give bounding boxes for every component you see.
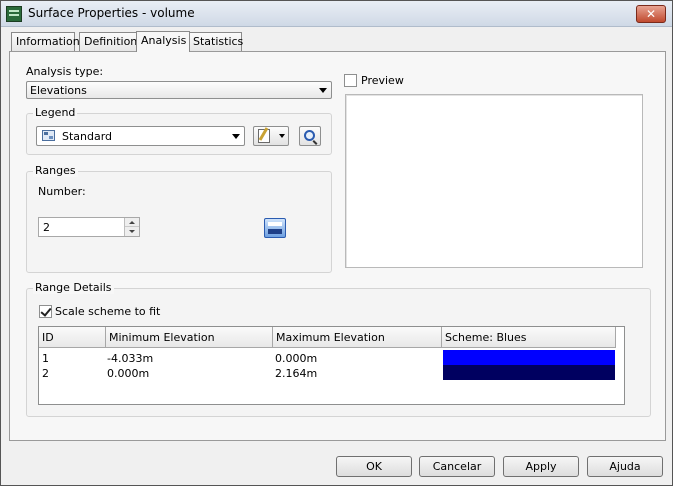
analysis-type-dropdown[interactable]: Elevations [26, 81, 332, 99]
chevron-down-icon [232, 134, 240, 139]
cancel-button[interactable]: Cancelar [419, 456, 495, 477]
legend-preview-button[interactable] [299, 126, 321, 146]
analysis-tab-panel: Analysis type: Elevations Legend Standar… [9, 51, 666, 441]
help-button[interactable]: Ajuda [587, 456, 663, 477]
preview-label: Preview [361, 74, 404, 87]
row-max-elevation: 0.000m [275, 352, 318, 365]
stepper-buttons [124, 218, 139, 236]
legend-dropdown[interactable]: Standard [36, 126, 245, 146]
tab-definition[interactable]: Definition [79, 32, 141, 51]
column-header-id[interactable]: ID [39, 327, 106, 348]
row-min-elevation: 0.000m [107, 367, 150, 380]
scheme-color-swatch[interactable] [443, 365, 615, 380]
apply-button[interactable]: Apply [503, 456, 579, 477]
number-stepper[interactable]: 2 [38, 217, 140, 237]
app-icon [6, 6, 22, 22]
legend-table-icon [42, 130, 55, 141]
range-details-table[interactable]: ID Minimum Elevation Maximum Elevation S… [38, 326, 625, 405]
calculate-ranges-button[interactable] [264, 218, 286, 238]
chevron-down-icon [279, 134, 285, 138]
title-bar: Surface Properties - volume ✕ [1, 1, 672, 27]
analysis-type-value: Elevations [30, 84, 87, 97]
close-button[interactable]: ✕ [636, 5, 666, 23]
ranges-group: Ranges Number: 2 [26, 164, 332, 273]
tab-analysis[interactable]: Analysis [136, 31, 190, 52]
range-details-group: Range Details Scale scheme to fit ID Min… [26, 281, 651, 417]
column-header-min-elevation[interactable]: Minimum Elevation [106, 327, 273, 348]
range-details-group-title: Range Details [33, 281, 114, 294]
scheme-color-swatch[interactable] [443, 350, 615, 365]
edit-pencil-icon [258, 129, 270, 143]
scale-scheme-label: Scale scheme to fit [55, 305, 161, 318]
legend-value: Standard [62, 130, 113, 143]
preview-area [345, 94, 643, 268]
ok-button[interactable]: OK [336, 456, 412, 477]
row-min-elevation: -4.033m [107, 352, 154, 365]
tab-information[interactable]: Information [11, 32, 80, 51]
row-max-elevation: 2.164m [275, 367, 318, 380]
preview-checkbox[interactable] [344, 74, 357, 87]
row-id: 1 [42, 352, 49, 365]
edit-legend-button[interactable] [253, 126, 289, 146]
ranges-group-title: Ranges [33, 164, 78, 177]
tab-statistics[interactable]: Statistics [188, 32, 243, 51]
row-id: 2 [42, 367, 49, 380]
number-value: 2 [43, 221, 50, 234]
scale-scheme-checkbox[interactable] [39, 305, 52, 318]
column-header-scheme[interactable]: Scheme: Blues [442, 327, 616, 348]
stepper-up-icon[interactable] [125, 218, 139, 227]
window-title: Surface Properties - volume [28, 6, 195, 20]
number-label: Number: [38, 185, 86, 198]
legend-group-title: Legend [33, 106, 78, 119]
chevron-down-icon [319, 88, 327, 93]
legend-group: Legend Standard [26, 106, 332, 155]
magnifier-icon [304, 130, 315, 141]
analysis-type-label: Analysis type: [26, 65, 104, 78]
stepper-down-icon[interactable] [125, 227, 139, 236]
column-header-max-elevation[interactable]: Maximum Elevation [273, 327, 442, 348]
surface-properties-dialog: Surface Properties - volume ✕ Informatio… [0, 0, 673, 486]
